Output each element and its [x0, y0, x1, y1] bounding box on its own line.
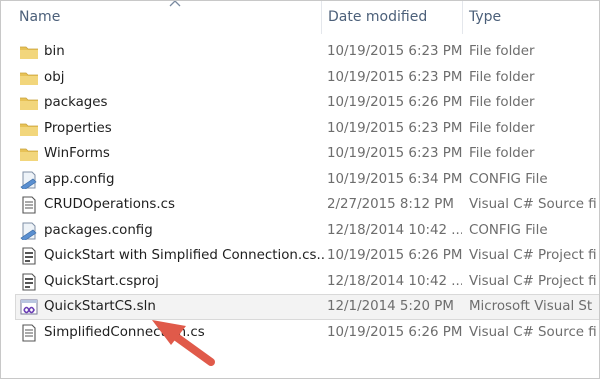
column-header-name[interactable]: Name [13, 1, 321, 34]
config-file-icon [19, 171, 39, 190]
file-type: File folder [469, 146, 535, 161]
file-name: CRUDOperations.cs [44, 197, 175, 212]
file-date-modified: 12/18/2014 10:42 ... [327, 222, 462, 238]
file-date-modified: 10/19/2015 6:23 PM [327, 146, 462, 161]
csharp-source-icon [19, 323, 39, 342]
file-row[interactable]: CRUDOperations.cs 2/27/2015 8:12 PM Visual… [16, 193, 599, 217]
file-date-modified: 2/27/2015 8:12 PM [327, 197, 454, 212]
file-row[interactable]: packages 10/19/2015 6:26 PM File folder [16, 91, 599, 115]
file-name: WinForms [44, 146, 110, 161]
file-row[interactable]: QuickStartCS.sln 12/1/2014 5:20 PM Microso… [15, 294, 599, 320]
file-type: CONFIG File [469, 222, 548, 238]
file-row[interactable]: Properties 10/19/2015 6:23 PM File folder [16, 117, 599, 141]
file-name: bin [44, 44, 65, 59]
file-type: File folder [469, 95, 535, 110]
folder-icon [19, 120, 39, 138]
file-date-modified: 12/1/2014 5:20 PM [327, 299, 454, 314]
file-row[interactable]: bin 10/19/2015 6:23 PM File folder [16, 40, 599, 64]
file-name: Properties [44, 120, 112, 136]
file-name: obj [44, 69, 65, 85]
file-row[interactable]: QuickStart with Simplified Connection.cs… [16, 244, 599, 268]
folder-icon [19, 145, 39, 163]
solution-file-icon [19, 298, 39, 316]
file-row[interactable]: QuickStart.csproj 12/18/2014 10:42 ... Vis… [16, 270, 599, 294]
file-date-modified: 10/19/2015 6:26 PM [327, 248, 462, 263]
file-row[interactable]: app.config 10/19/2015 6:34 PM CONFIG File [16, 168, 599, 192]
file-name: app.config [44, 171, 115, 187]
csharp-source-icon [19, 196, 39, 214]
csproj-icon [19, 272, 39, 291]
file-date-modified: 10/19/2015 6:23 PM [327, 69, 462, 85]
folder-icon [19, 94, 39, 112]
column-header-name-label: Name [19, 9, 61, 25]
chevron-up-icon [169, 1, 181, 7]
file-row[interactable]: WinForms 10/19/2015 6:23 PM File folder [16, 142, 599, 166]
file-type: Visual C# Source fi [469, 197, 597, 212]
file-type: File folder [469, 44, 535, 59]
file-type: Visual C# Project fi [469, 248, 597, 263]
file-type: Visual C# Project fi [469, 273, 597, 289]
file-date-modified: 10/19/2015 6:23 PM [327, 120, 462, 136]
file-type: Microsoft Visual St [469, 299, 593, 314]
file-name: SimplifiedConnection.cs [44, 324, 205, 340]
file-name: packages [44, 95, 108, 110]
file-type: CONFIG File [469, 171, 548, 187]
column-header-type-label: Type [469, 9, 502, 25]
file-date-modified: 10/19/2015 6:34 PM [327, 171, 462, 187]
file-type: File folder [469, 69, 535, 85]
column-header-date-label: Date modified [328, 9, 428, 25]
file-type: Visual C# Source fi [469, 324, 597, 340]
file-explorer-list: Name Date modified Type bin 10/19/2015 6:… [0, 0, 600, 379]
column-header-type[interactable]: Type [462, 1, 599, 34]
file-name: QuickStartCS.sln [44, 299, 156, 314]
config-file-icon [19, 222, 39, 241]
csproj-icon [19, 247, 39, 265]
file-date-modified: 10/19/2015 6:26 PM [327, 95, 462, 110]
file-name: packages.config [44, 222, 153, 238]
file-row[interactable]: packages.config 12/18/2014 10:42 ... CONFI… [16, 219, 599, 243]
file-date-modified: 12/18/2014 10:42 ... [327, 273, 462, 289]
file-row[interactable]: SimplifiedConnection.cs 10/19/2015 6:26 P… [16, 321, 599, 345]
folder-icon [19, 69, 39, 87]
file-row[interactable]: obj 10/19/2015 6:23 PM File folder [16, 66, 599, 90]
column-header-bar: Name Date modified Type [1, 1, 599, 34]
file-type: File folder [469, 120, 535, 136]
file-name: QuickStart.csproj [44, 273, 159, 289]
column-header-date-modified[interactable]: Date modified [321, 1, 462, 34]
file-date-modified: 10/19/2015 6:26 PM [327, 324, 462, 340]
file-name: QuickStart with Simplified Connection.cs… [44, 248, 326, 263]
folder-icon [19, 43, 39, 61]
file-date-modified: 10/19/2015 6:23 PM [327, 44, 462, 59]
